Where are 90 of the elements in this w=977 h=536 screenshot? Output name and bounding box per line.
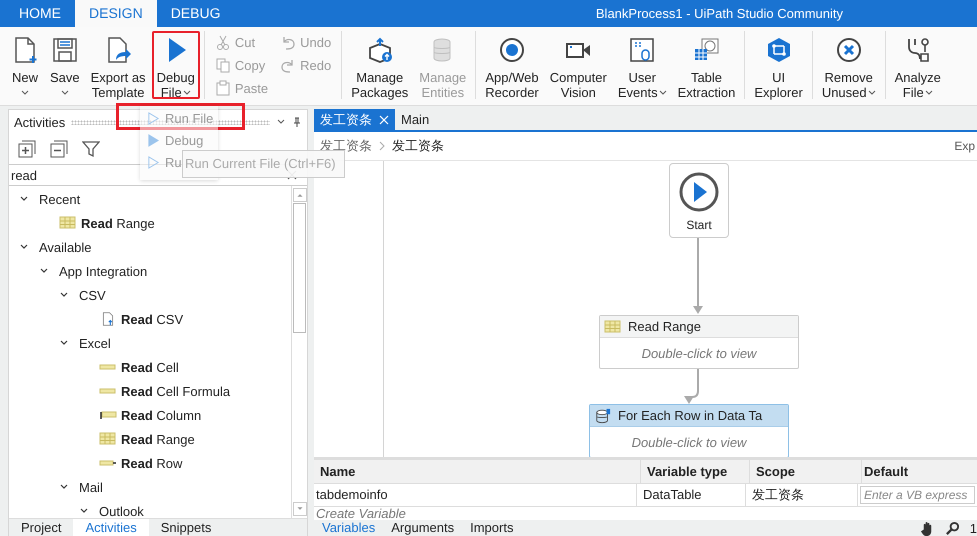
caret-icon — [868, 90, 876, 96]
spreadsheet-icon — [99, 432, 117, 446]
document-tab[interactable]: Main — [395, 109, 436, 130]
category-item[interactable]: App Integration — [59, 264, 148, 278]
ribbon-tab[interactable]: DEBUG — [156, 0, 234, 27]
column-header[interactable]: Scope — [750, 460, 862, 482]
close-circle-icon — [834, 36, 863, 64]
category-item[interactable]: Available — [39, 240, 92, 254]
collapse-all-icon[interactable] — [50, 140, 68, 158]
caret-icon — [20, 90, 29, 96]
activity-card[interactable]: Read Range Double-click to view — [599, 315, 799, 369]
ribbon-button[interactable]: Debug File — [152, 31, 200, 99]
activity-item[interactable]: Read Range — [121, 432, 195, 446]
record-icon — [498, 36, 526, 64]
panel-tab[interactable]: Arguments — [383, 520, 462, 536]
ribbon-button[interactable]: Computer Vision — [544, 31, 612, 99]
play-outline-icon — [147, 156, 160, 168]
zoom-level[interactable]: 1 — [970, 520, 977, 536]
clipboard-icon — [214, 80, 231, 96]
caret-icon — [924, 90, 933, 96]
expand-all-icon[interactable] — [18, 140, 36, 158]
table-cell: 发工资条 — [746, 484, 858, 506]
category-item[interactable]: Mail — [79, 480, 103, 494]
ribbon-button[interactable]: Manage Packages — [346, 31, 414, 99]
category-item[interactable]: Outlook — [99, 504, 144, 518]
breadcrumb-item[interactable]: 发工资条 — [392, 137, 444, 155]
activity-hint: Double-click to view — [632, 434, 746, 450]
column-header[interactable]: Name — [314, 460, 641, 482]
panel-tab[interactable]: Variables — [314, 520, 384, 536]
category-item[interactable]: Recent — [39, 192, 80, 206]
activity-item[interactable]: Read CSV — [121, 312, 184, 326]
activity-item[interactable]: Read Row — [121, 456, 182, 470]
ribbon-button[interactable]: Export as Template — [86, 31, 151, 99]
ribbon-button[interactable]: Table Extraction — [672, 31, 740, 99]
spreadsheet-icon — [59, 216, 77, 230]
activity-title: For Each Row in Data Ta — [618, 408, 762, 423]
caret-icon — [60, 90, 69, 96]
search-icon[interactable] — [944, 520, 960, 536]
activity-item[interactable]: Read Cell Formula — [121, 384, 230, 398]
category-item[interactable]: CSV — [79, 288, 106, 302]
activity-title: Read Range — [628, 319, 701, 334]
caret-icon — [182, 90, 191, 96]
pin-icon[interactable] — [292, 117, 302, 127]
ribbon-button[interactable]: UI Explorer — [749, 31, 808, 99]
activity-card[interactable]: For Each Row in Data Ta Double-click to view — [589, 404, 789, 457]
activity-item[interactable]: Read Column — [121, 408, 202, 422]
column-header[interactable]: Variable type — [641, 460, 750, 482]
ribbon-button[interactable]: User Events — [612, 31, 672, 99]
play-icon — [147, 134, 160, 146]
play-outline-icon — [147, 112, 160, 124]
ribbon-tab[interactable]: HOME — [5, 0, 75, 27]
caret-icon — [658, 90, 667, 96]
ribbon-button[interactable]: Save — [45, 31, 85, 99]
ribbon-button[interactable]: Remove Unused — [816, 31, 881, 99]
table-cell: DataTable — [637, 484, 746, 506]
scroll-up-icon[interactable] — [292, 188, 306, 202]
ribbon-button[interactable]: App/Web Recorder — [480, 31, 544, 99]
scissors-icon — [214, 34, 231, 50]
panel-tab[interactable]: Project — [9, 519, 74, 536]
node-label: Start — [686, 218, 712, 232]
ribbon-button[interactable]: Analyze File — [890, 31, 946, 99]
spreadsheet-icon — [604, 318, 622, 334]
table-cell: tabdemoinfo — [314, 484, 637, 506]
panel-tab[interactable]: Activities — [73, 519, 149, 536]
ribbon-tab[interactable]: DESIGN — [75, 0, 157, 27]
default-value-field[interactable]: Enter a VB express — [860, 486, 975, 504]
close-icon[interactable] — [379, 114, 389, 124]
start-node[interactable]: Start — [669, 163, 729, 238]
connector-arrow — [684, 367, 699, 404]
activity-item[interactable]: Read Range — [81, 216, 155, 230]
ribbon-button[interactable]: New — [6, 31, 44, 99]
play-circle-icon — [679, 172, 719, 212]
expand-link[interactable]: Exp — [954, 139, 975, 153]
create-variable-field[interactable]: Create Variable — [314, 507, 977, 520]
column-header[interactable]: Default — [862, 460, 977, 482]
tooltip: Run Current File (Ctrl+F6) — [182, 150, 345, 178]
scroll-down-icon[interactable] — [292, 502, 306, 516]
category-item[interactable]: Excel — [79, 336, 111, 350]
document-tab[interactable]: 发工资条 — [314, 109, 395, 130]
panel-tab[interactable]: Snippets — [148, 519, 224, 536]
activity-item[interactable]: Read Cell — [121, 360, 179, 374]
database-icon — [594, 408, 612, 424]
window-title: BlankProcess1 - UiPath Studio Community — [596, 5, 843, 23]
panel-tab[interactable]: Imports — [462, 520, 522, 536]
scrollbar-thumb[interactable] — [293, 203, 306, 333]
chevron-right-icon — [378, 141, 386, 151]
panel-title: Activities — [14, 114, 66, 130]
activity-hint: Double-click to view — [642, 346, 756, 360]
filter-icon[interactable] — [82, 140, 100, 158]
copy-icon — [214, 57, 231, 73]
